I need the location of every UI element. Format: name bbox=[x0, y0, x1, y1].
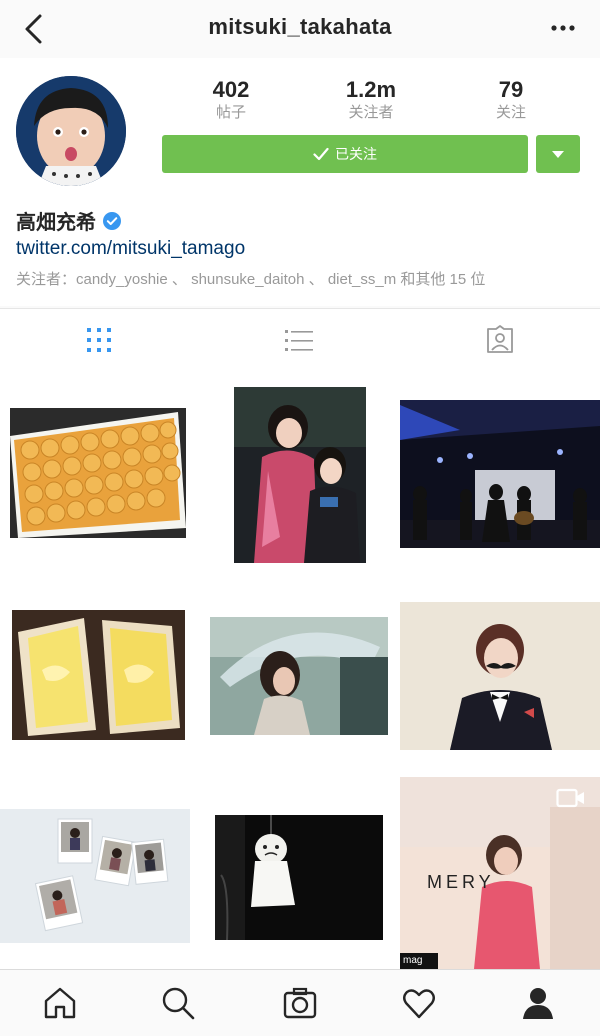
post-overlay-text: MERY bbox=[427, 872, 495, 892]
following-count[interactable]: 79 关注 bbox=[466, 78, 556, 122]
post-badge-text: mag bbox=[403, 955, 423, 966]
post-thumbnail[interactable] bbox=[234, 387, 366, 563]
following-count-value: 79 bbox=[498, 77, 524, 102]
bottom-nav-bar bbox=[0, 969, 600, 1036]
check-icon bbox=[313, 147, 329, 161]
followed-by-text[interactable]: 关注者：candy_yoshie 、 shunsuke_daitoh 、 die… bbox=[16, 268, 485, 289]
posts-count-value: 402 bbox=[212, 77, 250, 102]
profile-header: 402 帖子 1.2m 关注者 79 关注 已关注 高畑充希 twitter.c… bbox=[0, 58, 600, 306]
suggestions-dropdown-button[interactable] bbox=[536, 135, 580, 173]
heart-icon[interactable] bbox=[401, 985, 437, 1021]
search-icon[interactable] bbox=[160, 985, 196, 1021]
posts-count[interactable]: 402 帖子 bbox=[186, 78, 276, 122]
post-thumbnail[interactable] bbox=[400, 400, 600, 548]
list-icon[interactable] bbox=[284, 325, 314, 355]
followers-count-label: 关注者 bbox=[348, 104, 394, 121]
website-link[interactable]: twitter.com/mitsuki_tamago bbox=[16, 238, 245, 260]
more-dots-icon[interactable] bbox=[548, 16, 578, 40]
page-title: mitsuki_takahata bbox=[208, 14, 392, 39]
person-icon[interactable] bbox=[520, 985, 556, 1021]
followers-count-value: 1.2m bbox=[345, 77, 397, 102]
post-thumbnail-video[interactable]: MERY mag bbox=[400, 777, 600, 969]
caret-down-icon bbox=[552, 151, 564, 158]
avatar[interactable] bbox=[16, 76, 126, 186]
tagged-person-icon[interactable] bbox=[485, 325, 515, 355]
post-thumbnail[interactable] bbox=[12, 610, 185, 740]
video-camera-icon bbox=[556, 788, 584, 808]
followers-count[interactable]: 1.2m 关注者 bbox=[326, 78, 416, 122]
posts-count-label: 帖子 bbox=[215, 104, 246, 121]
posts-grid: MERY mag bbox=[0, 373, 600, 969]
following-button-label: 已关注 bbox=[335, 146, 377, 162]
grid-icon[interactable] bbox=[84, 325, 114, 355]
post-thumbnail[interactable] bbox=[400, 602, 600, 750]
post-thumbnail[interactable] bbox=[0, 809, 190, 943]
verified-badge-icon bbox=[103, 211, 121, 230]
post-thumbnail[interactable] bbox=[210, 617, 388, 735]
camera-icon[interactable] bbox=[282, 985, 318, 1021]
top-nav-bar: mitsuki_takahata bbox=[0, 0, 600, 59]
following-button[interactable]: 已关注 bbox=[162, 135, 528, 173]
following-count-label: 关注 bbox=[495, 104, 526, 121]
post-thumbnail[interactable] bbox=[10, 408, 186, 538]
profile-view-tabs bbox=[0, 308, 600, 374]
display-name: 高畑充希 bbox=[16, 206, 122, 235]
home-icon[interactable] bbox=[42, 985, 78, 1021]
display-name-text: 高畑充希 bbox=[16, 212, 96, 234]
post-thumbnail[interactable] bbox=[215, 815, 383, 940]
